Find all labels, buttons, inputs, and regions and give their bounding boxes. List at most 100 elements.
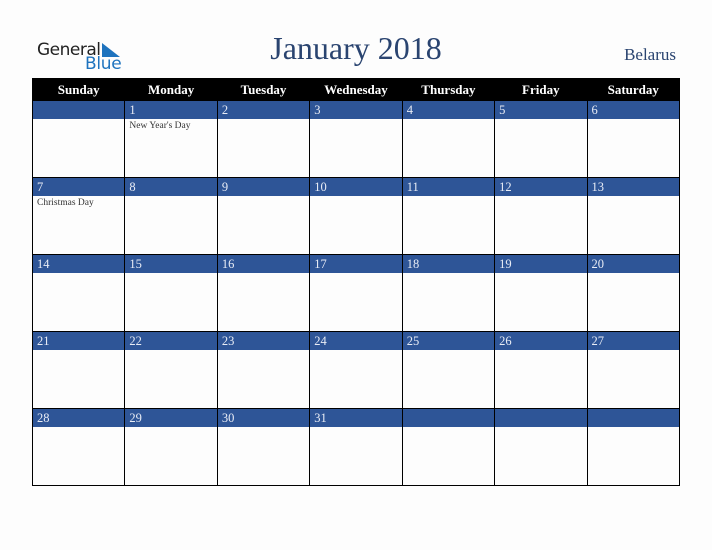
day-cell-content: 15 (125, 255, 217, 331)
day-cell[interactable]: 22 (124, 331, 218, 409)
day-cell[interactable]: 27 (586, 331, 681, 409)
day-cell[interactable]: 26 (494, 331, 588, 409)
day-cell[interactable]: 5 (494, 101, 588, 178)
week-row: 14 15 16 17 18 19 20 (31, 254, 681, 332)
weekday-header-tuesday: Tuesday (216, 78, 311, 101)
day-cell[interactable]: 23 (216, 331, 311, 409)
date-number-bar: 12 (495, 178, 587, 196)
day-cell[interactable]: 15 (124, 254, 218, 332)
day-cell-content: 16 (217, 255, 310, 331)
date-number-bar: 31 (310, 409, 402, 427)
day-cell[interactable]: 10 (309, 177, 403, 255)
weekday-header-friday: Friday (494, 78, 588, 101)
date-number-bar (495, 409, 587, 427)
date-number-bar: 16 (217, 255, 310, 273)
day-cell[interactable]: 29 (124, 408, 218, 486)
day-cell[interactable]: 13 (586, 177, 681, 255)
day-cell[interactable]: 17 (309, 254, 403, 332)
day-cell-content: 1 New Year's Day (125, 101, 217, 177)
day-cell[interactable] (494, 408, 588, 486)
day-cell-content (33, 101, 125, 177)
day-cell-content: 6 (587, 101, 679, 177)
date-number-bar: 23 (217, 332, 310, 350)
date-number-bar: 19 (495, 255, 587, 273)
date-number-bar: 20 (587, 255, 679, 273)
day-cell[interactable]: 3 (309, 101, 403, 178)
day-cell-content: 10 (310, 178, 402, 254)
date-number-bar (587, 409, 679, 427)
date-number-bar: 21 (33, 332, 125, 350)
date-number-bar: 28 (33, 409, 125, 427)
day-cell[interactable]: 14 (31, 254, 126, 332)
day-cell[interactable]: 28 (31, 408, 126, 486)
date-number-bar: 24 (310, 332, 402, 350)
weekday-header-thursday: Thursday (401, 78, 496, 101)
day-cell[interactable]: 6 (586, 101, 681, 178)
week-row: 7 Christmas Day 8 9 10 11 12 13 (31, 177, 681, 255)
date-number-bar: 8 (125, 178, 217, 196)
week-row: 28 29 30 31 (31, 408, 681, 486)
day-cell[interactable]: 2 (216, 101, 311, 178)
day-cell[interactable]: 30 (216, 408, 311, 486)
day-cell-content: 29 (125, 409, 217, 485)
date-number-bar: 11 (402, 178, 495, 196)
day-cell-content: 20 (587, 255, 679, 331)
date-number-bar: 15 (125, 255, 217, 273)
date-number-bar: 18 (402, 255, 495, 273)
date-number-bar: 22 (125, 332, 217, 350)
day-cell[interactable]: 18 (401, 254, 496, 332)
day-cell[interactable]: 7 Christmas Day (31, 177, 126, 255)
day-cell-content: 2 (217, 101, 310, 177)
day-cell[interactable]: 4 (401, 101, 496, 178)
day-cell[interactable]: 25 (401, 331, 496, 409)
day-cell-content: 24 (310, 332, 402, 408)
calendar-grid: Sunday Monday Tuesday Wednesday Thursday Frid… (31, 78, 681, 486)
date-number-bar: 7 (33, 178, 125, 196)
week-row: 21 22 23 24 25 26 27 (31, 331, 681, 409)
date-number-bar: 29 (125, 409, 217, 427)
holiday-label: New Year's Day (129, 121, 191, 131)
day-cell-content: 18 (402, 255, 495, 331)
day-cell[interactable]: 11 (401, 177, 496, 255)
day-cell-content: 28 (33, 409, 125, 485)
day-cell-content: 31 (310, 409, 402, 485)
date-number-bar: 10 (310, 178, 402, 196)
calendar-title: January 2018 (270, 30, 442, 66)
date-number-bar: 14 (33, 255, 125, 273)
holiday-label: Christmas Day (37, 198, 94, 208)
day-cell-content: 5 (495, 101, 587, 177)
day-cell[interactable]: 19 (494, 254, 588, 332)
day-cell[interactable]: 9 (216, 177, 311, 255)
day-cell-content (587, 409, 679, 485)
date-number-bar: 9 (217, 178, 310, 196)
day-cell-content: 8 (125, 178, 217, 254)
day-cell[interactable]: 24 (309, 331, 403, 409)
day-cell-content: 30 (217, 409, 310, 485)
date-number-bar: 30 (217, 409, 310, 427)
weekday-header-saturday: Saturday (586, 78, 681, 101)
weekday-header-wednesday: Wednesday (309, 78, 403, 101)
date-number-bar: 2 (217, 101, 310, 119)
date-number-bar: 3 (310, 101, 402, 119)
day-cell[interactable] (401, 408, 496, 486)
day-cell[interactable]: 20 (586, 254, 681, 332)
day-cell[interactable]: 12 (494, 177, 588, 255)
day-cell-content: 12 (495, 178, 587, 254)
day-cell[interactable]: 16 (216, 254, 311, 332)
date-number-bar: 4 (402, 101, 495, 119)
day-cell[interactable] (31, 101, 126, 178)
day-cell-content: 7 Christmas Day (33, 178, 125, 254)
date-number-bar: 27 (587, 332, 679, 350)
country-label: Belarus (624, 45, 676, 64)
day-cell-content: 9 (217, 178, 310, 254)
day-cell[interactable] (586, 408, 681, 486)
day-cell-content: 19 (495, 255, 587, 331)
day-cell[interactable]: 21 (31, 331, 126, 409)
date-number-bar: 6 (587, 101, 679, 119)
day-cell-content: 17 (310, 255, 402, 331)
date-number-bar: 1 (125, 101, 217, 119)
day-cell[interactable]: 31 (309, 408, 403, 486)
date-number-bar: 26 (495, 332, 587, 350)
day-cell[interactable]: 1 New Year's Day (124, 101, 218, 178)
day-cell[interactable]: 8 (124, 177, 218, 255)
